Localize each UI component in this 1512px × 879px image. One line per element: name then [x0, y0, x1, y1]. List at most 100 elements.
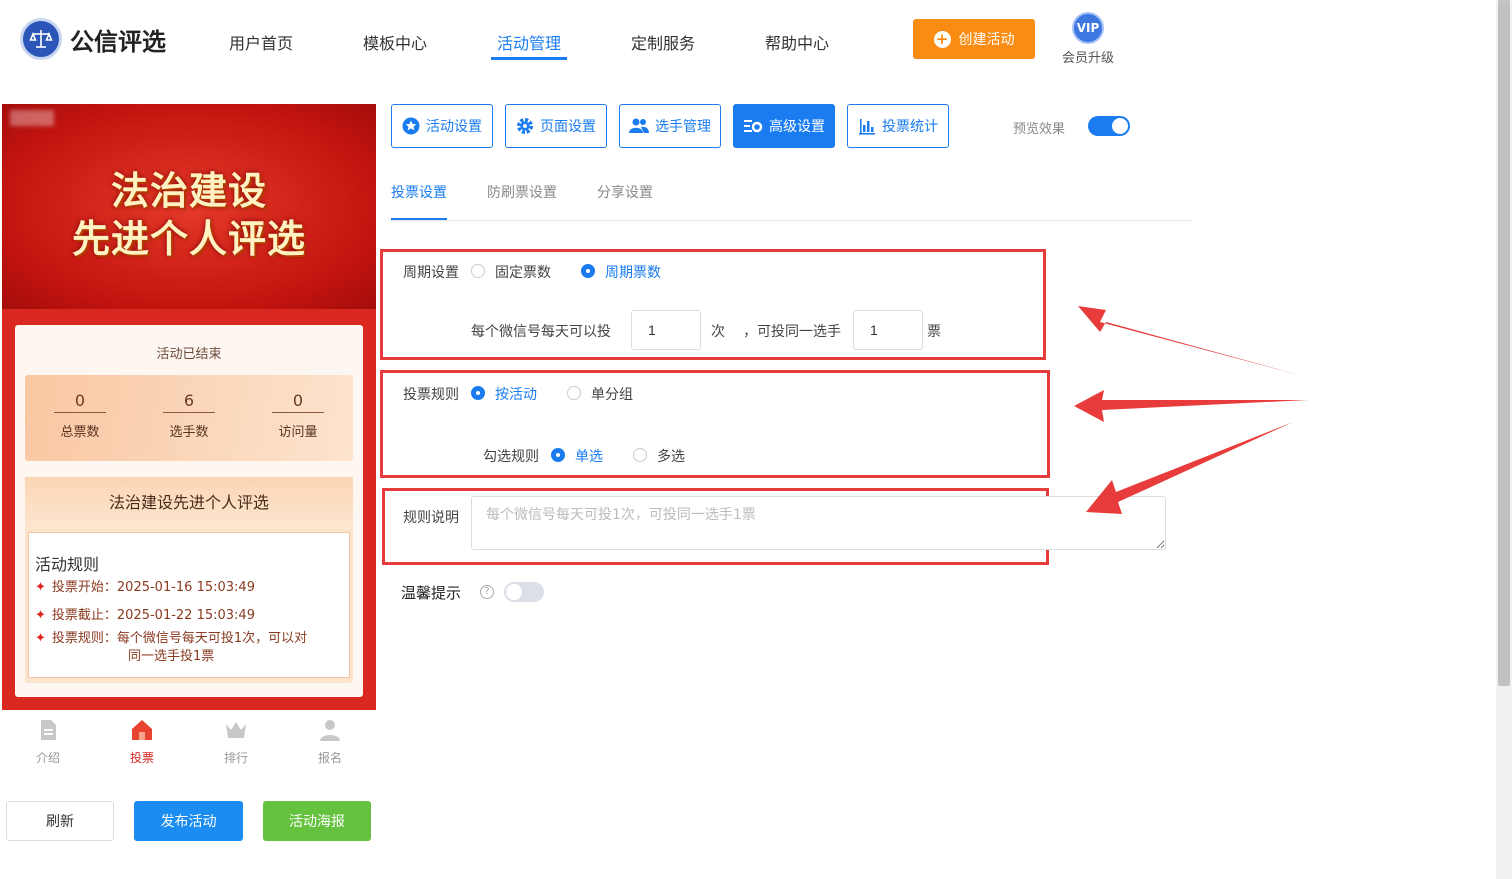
arrow-icon [1074, 390, 1308, 422]
subtab-divider [391, 220, 1191, 221]
activity-banner: 法治建设 先进个人评选 [2, 104, 376, 309]
vip-upgrade-label: 会员升级 [1061, 51, 1114, 66]
activity-status: 活动已结束 [156, 347, 222, 362]
warm-tip-toggle[interactable] [504, 582, 544, 602]
rule-card-body: 活动规则 ✦ 投票开始：2025-01-16 15:03:49 ✦ 投票截止：202… [28, 532, 350, 678]
activity-settings-button[interactable]: 活动设置 [391, 104, 493, 148]
page-settings-button[interactable]: 页面设置 [505, 104, 607, 148]
tab-intro[interactable]: 介绍 [18, 718, 78, 766]
user-icon [320, 720, 340, 741]
sliders-gear-icon [744, 120, 763, 133]
banner-title-line2: 先进个人评选 [71, 217, 306, 261]
arrow-icon [1086, 422, 1293, 514]
home-icon [132, 720, 152, 740]
period-settings-label: 周期设置 [403, 265, 459, 281]
rule-card: 法治建设先进个人评选 活动规则 ✦ 投票开始：2025-01-16 15:03:4… [25, 477, 353, 683]
stat-value: 0 [272, 391, 324, 413]
star-icon: ✦ [35, 608, 46, 623]
nav-help-center[interactable]: 帮助中心 [765, 30, 829, 54]
radio-multi-choice[interactable] [633, 448, 647, 462]
rule-description-label: 规则说明 [403, 510, 459, 526]
votes-per-player-input[interactable] [853, 310, 923, 350]
times-unit-label: 次 [711, 324, 725, 340]
radio-period-votes[interactable] [581, 264, 595, 278]
radio-single-choice[interactable] [551, 448, 565, 462]
nav-custom-service[interactable]: 定制服务 [631, 30, 695, 54]
gear-icon [517, 118, 533, 134]
site-logo[interactable]: 公信评选 [20, 18, 166, 60]
users-icon [629, 118, 649, 133]
mobile-preview: 法治建设 先进个人评选 活动已结束 0 总票数 6 选手数 0 访问量 法治建设… [2, 104, 376, 770]
tab-vote[interactable]: 投票 [112, 718, 172, 766]
arrow-icon [1078, 306, 1303, 376]
bar-chart-icon [859, 119, 875, 135]
radio-fixed-votes-label[interactable]: 固定票数 [495, 262, 551, 282]
activity-status-card: 活动已结束 0 总票数 6 选手数 0 访问量 法治建设先进个人评选 活动规则 … [15, 325, 363, 697]
stat-label: 访问量 [278, 425, 318, 440]
stat-visits: 0 访问量 [253, 391, 343, 440]
rule-card-title: 法治建设先进个人评选 [25, 477, 353, 529]
tab-anti-fraud-settings[interactable]: 防刷票设置 [487, 182, 557, 202]
radio-by-group-label[interactable]: 单分组 [591, 384, 633, 404]
create-activity-button[interactable]: + 创建活动 [913, 19, 1035, 59]
tab-vote-settings[interactable]: 投票设置 [391, 182, 447, 202]
radio-period-votes-label[interactable]: 周期票数 [605, 262, 661, 282]
vip-upgrade[interactable]: VIP 会员升级 [1060, 12, 1116, 66]
radio-single-choice-label[interactable]: 单选 [575, 446, 603, 466]
tab-share-settings[interactable]: 分享设置 [597, 182, 653, 202]
radio-fixed-votes[interactable] [471, 264, 485, 278]
per-day-label: 每个微信号每天可以投 [471, 324, 611, 340]
rule-vote-rule: ✦ 投票规则：每个微信号每天可投1次，可以对 [35, 631, 308, 646]
scrollbar-thumb[interactable] [1498, 0, 1510, 686]
crown-icon [226, 722, 246, 738]
banner-title-line1: 法治建设 [110, 169, 267, 213]
create-activity-label: 创建活动 [958, 32, 1015, 48]
vote-statistics-button[interactable]: 投票统计 [847, 104, 949, 148]
radio-by-activity[interactable] [471, 386, 485, 400]
rule-vote-rule-continued: 同一选手投1票 [128, 649, 215, 664]
document-icon [41, 720, 56, 740]
scales-icon [20, 18, 62, 60]
rule-start-time: ✦ 投票开始：2025-01-16 15:03:49 [35, 580, 255, 595]
vote-rule-label: 投票规则 [403, 387, 459, 403]
star-icon: ✦ [35, 631, 46, 646]
nav-active-indicator [491, 57, 567, 60]
times-per-day-input[interactable] [631, 310, 701, 350]
plus-icon: + [933, 30, 951, 48]
tab-ranking[interactable]: 排行 [206, 718, 266, 766]
same-player-label: ，可投同一选手 [743, 324, 841, 340]
stat-label: 选手数 [169, 425, 209, 440]
mobile-tabbar: 介绍 投票 排行 报名 [2, 710, 376, 770]
activity-poster-button[interactable]: 活动海报 [263, 801, 371, 841]
star-icon [402, 117, 420, 135]
tab-signup[interactable]: 报名 [300, 718, 360, 766]
logo-text: 公信评选 [70, 27, 166, 56]
blurred-text [10, 110, 54, 126]
annotation-arrows [1074, 306, 1308, 514]
stats-panel: 0 总票数 6 选手数 0 访问量 [25, 375, 353, 461]
radio-by-activity-label[interactable]: 按活动 [495, 384, 537, 404]
votes-unit-label: 票 [927, 324, 941, 340]
stat-value: 6 [163, 391, 215, 413]
publish-activity-button[interactable]: 发布活动 [134, 801, 243, 841]
rule-end-time: ✦ 投票截止：2025-01-22 15:03:49 [35, 608, 255, 623]
player-management-button[interactable]: 选手管理 [619, 104, 721, 148]
radio-by-group[interactable] [567, 386, 581, 400]
nav-template-center[interactable]: 模板中心 [363, 30, 427, 54]
nav-user-home[interactable]: 用户首页 [229, 30, 293, 54]
stat-label: 总票数 [60, 425, 100, 440]
stat-value: 0 [54, 391, 106, 413]
nav-activity-management[interactable]: 活动管理 [497, 30, 561, 54]
refresh-button[interactable]: 刷新 [6, 801, 114, 841]
stat-total-votes: 0 总票数 [35, 391, 125, 440]
radio-multi-choice-label[interactable]: 多选 [657, 446, 685, 466]
vip-badge-icon: VIP [1072, 12, 1104, 44]
stat-player-count: 6 选手数 [144, 391, 234, 440]
star-icon: ✦ [35, 580, 46, 595]
help-icon[interactable]: ? [480, 585, 494, 599]
warm-tip-label: 温馨提示 [401, 584, 462, 602]
subtab-active-indicator [391, 218, 447, 220]
preview-effect-toggle[interactable] [1088, 116, 1130, 136]
rules-heading: 活动规则 [35, 555, 100, 574]
advanced-settings-button[interactable]: 高级设置 [733, 104, 835, 148]
